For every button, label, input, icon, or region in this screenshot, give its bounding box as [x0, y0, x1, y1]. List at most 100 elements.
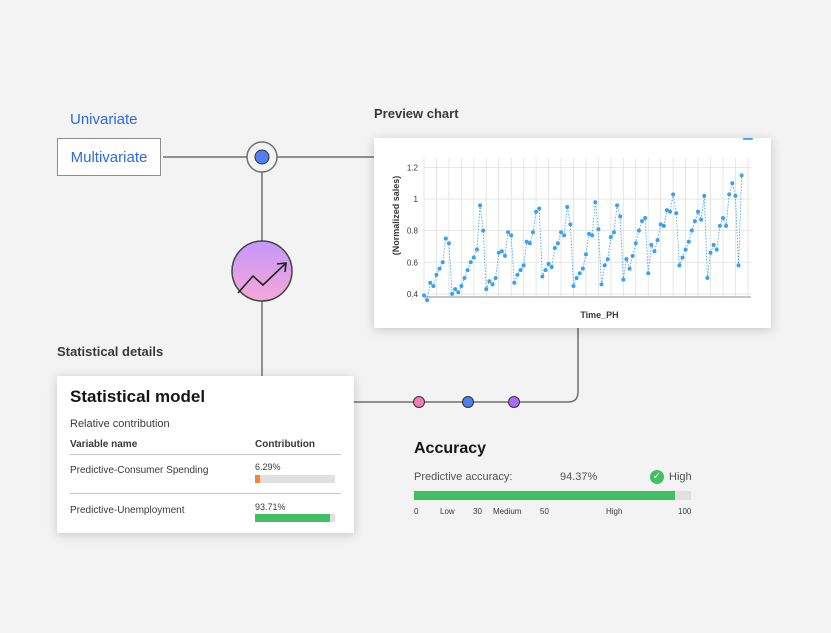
- data-point: [443, 236, 448, 241]
- accuracy-panel: Accuracy Predictive accuracy: 94.37% ✓ H…: [414, 438, 694, 520]
- data-point: [546, 261, 551, 266]
- data-point: [605, 257, 610, 262]
- data-point: [518, 268, 523, 273]
- y-tick-label: 0.4: [407, 290, 419, 299]
- data-point: [565, 204, 570, 209]
- data-point: [720, 216, 725, 221]
- data-point: [711, 242, 716, 247]
- data-point: [580, 266, 585, 271]
- preview-chart: 0.4 0.6 0.8 1 1.2 Time_PH (Normalized sales): [391, 136, 753, 320]
- data-point: [484, 287, 489, 292]
- contribution-bar-track: [255, 514, 335, 522]
- pipeline-node-pink[interactable]: [413, 396, 425, 408]
- data-point: [481, 228, 486, 233]
- data-point: [699, 217, 704, 222]
- y-tick-label: 0.8: [407, 227, 419, 236]
- data-point: [568, 222, 573, 227]
- data-point: [543, 268, 548, 273]
- y-tick-label: 1.2: [407, 163, 419, 172]
- data-point: [727, 192, 732, 197]
- data-point: [705, 276, 710, 281]
- variable-name: Predictive-Consumer Spending: [70, 465, 209, 476]
- data-point: [490, 282, 495, 287]
- data-point: [446, 241, 451, 246]
- data-point: [714, 247, 719, 252]
- data-point: [602, 263, 607, 268]
- pipeline-node-blue[interactable]: [462, 396, 474, 408]
- data-point: [462, 276, 467, 281]
- data-point: [509, 233, 514, 238]
- data-point: [643, 216, 648, 221]
- contribution-value: 6.29%: [255, 462, 281, 472]
- data-point: [649, 242, 654, 247]
- data-point: [630, 253, 635, 258]
- data-point: [534, 209, 539, 214]
- contribution-value: 93.71%: [255, 502, 286, 512]
- data-point: [724, 223, 729, 228]
- statistical-model-card: Statistical model Relative contribution …: [57, 376, 354, 533]
- data-point: [571, 283, 576, 288]
- data-point: [717, 223, 722, 228]
- data-point: [621, 277, 626, 282]
- data-point: [590, 233, 595, 238]
- data-point: [555, 241, 560, 246]
- univariate-option[interactable]: Univariate: [70, 111, 138, 128]
- data-point: [692, 219, 697, 224]
- accuracy-value: 94.37%: [560, 471, 598, 483]
- data-point: [583, 252, 588, 257]
- table-row[interactable]: Predictive-Unemployment 93.71%: [57, 500, 354, 530]
- multivariate-option[interactable]: Multivariate: [57, 138, 161, 176]
- data-point: [549, 264, 554, 269]
- data-point: [552, 246, 557, 251]
- data-point: [437, 266, 442, 271]
- data-point: [708, 250, 713, 255]
- forecast-node[interactable]: [231, 240, 293, 302]
- data-point: [422, 293, 426, 298]
- data-point: [618, 214, 623, 219]
- data-point: [689, 228, 694, 233]
- data-point: [671, 192, 676, 197]
- data-point: [434, 272, 439, 277]
- data-point: [736, 263, 741, 268]
- data-point: [474, 247, 479, 252]
- y-axis-label: (Normalized sales): [391, 176, 401, 256]
- data-point: [593, 200, 598, 205]
- pipeline-node-purple[interactable]: [508, 396, 520, 408]
- x-axis-label: Time_PH: [580, 310, 618, 320]
- accuracy-level: High: [669, 471, 692, 483]
- data-point: [459, 283, 464, 288]
- data-point: [696, 209, 701, 214]
- data-point: [440, 260, 445, 265]
- data-point: [624, 257, 629, 262]
- hub-node[interactable]: [246, 141, 278, 173]
- data-point: [531, 230, 535, 235]
- variable-name: Predictive-Unemployment: [70, 505, 185, 516]
- preview-chart-heading: Preview chart: [374, 106, 459, 121]
- y-tick-label: 1: [414, 195, 419, 204]
- data-point: [456, 290, 461, 295]
- data-point: [450, 291, 455, 296]
- data-point: [749, 136, 753, 140]
- data-point: [453, 287, 458, 292]
- table-row[interactable]: Predictive-Consumer Spending 6.29%: [57, 460, 354, 496]
- scale-tick-50: 50: [540, 507, 549, 516]
- data-point: [608, 234, 613, 239]
- data-point: [562, 233, 567, 238]
- data-point: [465, 268, 470, 273]
- accuracy-bar-fill: [414, 491, 676, 500]
- data-point: [686, 239, 691, 244]
- accuracy-label: Predictive accuracy:: [414, 471, 513, 483]
- scale-tick-100: 100: [678, 507, 692, 516]
- variable-name-header: Variable name: [70, 439, 138, 450]
- data-point: [506, 230, 511, 235]
- data-point: [599, 282, 604, 287]
- data-point: [596, 227, 601, 232]
- data-point: [702, 193, 707, 198]
- data-point: [633, 241, 638, 246]
- table-divider: [70, 454, 341, 455]
- data-point: [733, 193, 738, 198]
- accuracy-title: Accuracy: [414, 440, 487, 457]
- table-divider: [70, 493, 341, 494]
- data-point: [515, 272, 520, 277]
- check-circle-icon: ✓: [650, 470, 664, 484]
